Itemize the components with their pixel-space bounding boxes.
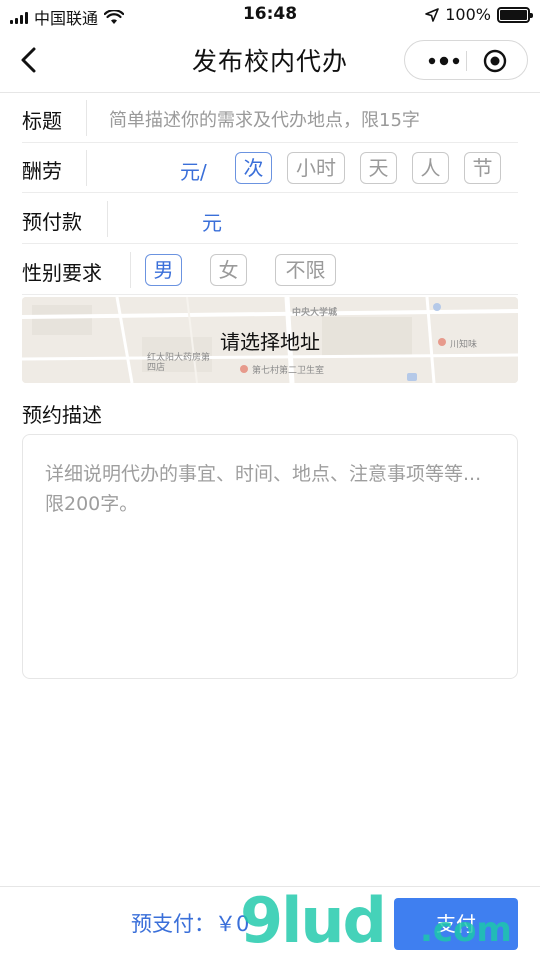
description-label: 预约描述 — [22, 403, 102, 427]
row-divider — [86, 150, 87, 186]
reward-row: 酬劳 元/ 次 小时 天 人 节 — [22, 143, 518, 193]
battery-percent: 100% — [445, 5, 491, 24]
reward-option-per-time[interactable]: 次 — [235, 152, 272, 184]
prepay-input[interactable] — [117, 199, 197, 239]
pay-button[interactable]: 支付 — [394, 898, 518, 950]
prepay-row: 预付款 元 — [22, 194, 518, 244]
close-target-icon[interactable] — [483, 49, 507, 73]
prepay-unit: 元 — [202, 211, 222, 235]
description-textarea[interactable]: 详细说明代办的事宜、时间、地点、注意事项等等...限200字。 — [22, 434, 518, 679]
title-label: 标题 — [22, 109, 62, 133]
reward-label: 酬劳 — [22, 159, 62, 183]
reward-option-per-class[interactable]: 节 — [464, 152, 501, 184]
map-label-university-city: 中央大学城 — [292, 308, 338, 318]
row-divider — [107, 201, 108, 237]
title-input[interactable]: 简单描述你的需求及代办地点，限15字 — [109, 106, 420, 132]
reward-option-per-day[interactable]: 天 — [360, 152, 397, 184]
gender-option-female[interactable]: 女 — [210, 254, 247, 286]
reward-unit: 元/ — [180, 160, 207, 184]
location-arrow-icon — [425, 7, 440, 22]
gender-option-any[interactable]: 不限 — [275, 254, 336, 286]
reward-option-per-hour[interactable]: 小时 — [287, 152, 345, 184]
status-right: 100% — [425, 5, 533, 24]
status-bar: 中国联通 16:48 100% — [0, 0, 540, 30]
prepay-amount: 预支付：￥0 — [131, 912, 250, 936]
watermark-main: 9lud — [240, 884, 387, 957]
gender-row: 性别要求 男 女 不限 — [22, 245, 518, 295]
gender-option-male[interactable]: 男 — [145, 254, 182, 286]
battery-icon — [497, 6, 533, 23]
address-map[interactable]: 中央大学城 红太阳大药房第四店 第七村第二卫生室 川知味 请选择地址 — [22, 297, 518, 383]
more-dots-icon[interactable] — [423, 52, 465, 70]
gender-label: 性别要求 — [22, 261, 102, 285]
row-divider — [86, 100, 87, 136]
miniapp-capsule — [404, 40, 528, 80]
reward-option-per-person[interactable]: 人 — [412, 152, 449, 184]
nav-bar: 发布校内代办 — [0, 30, 540, 90]
row-divider — [130, 252, 131, 288]
capsule-divider — [466, 51, 467, 71]
prepay-label: 预付款 — [22, 210, 82, 234]
description-placeholder: 详细说明代办的事宜、时间、地点、注意事项等等...限200字。 — [45, 463, 482, 515]
map-label-pharmacy: 红太阳大药房第四店 — [147, 353, 211, 373]
select-address-button[interactable]: 请选择地址 — [22, 326, 518, 355]
title-row: 标题 简单描述你的需求及代办地点，限15字 — [22, 93, 518, 143]
bottom-divider — [0, 886, 540, 887]
map-label-clinic: 第七村第二卫生室 — [252, 366, 325, 376]
